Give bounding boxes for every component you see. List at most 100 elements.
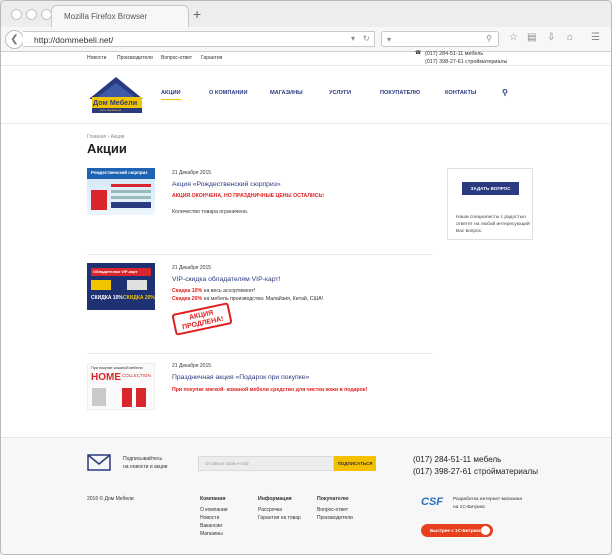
bookmark-star-icon[interactable]: ☆: [509, 32, 518, 43]
subscribe-button[interactable]: ПОДПИСАТЬСЯ: [334, 456, 376, 471]
logo-tagline: сеть магазинов: [100, 108, 122, 112]
promo-3-date: 21 Декабря 2015: [172, 363, 212, 369]
util-link-news[interactable]: Новости: [87, 55, 106, 61]
minimize-window-icon[interactable]: [26, 9, 37, 20]
footer-link-warranty[interactable]: Гарантия на товар: [258, 515, 301, 521]
footer-link-news[interactable]: Новости: [200, 515, 219, 521]
promo-3-image-home: HOME: [91, 372, 121, 383]
title-bar: Mozilla Firefox Browser +: [1, 1, 611, 27]
url-bar[interactable]: http://dommebeli.net/ ▾ ↻: [23, 31, 375, 47]
promo-2-discount-line-2: Скидка 20% на мебель производства: Малай…: [172, 296, 323, 302]
new-tab-button[interactable]: +: [193, 6, 201, 22]
search-input[interactable]: ▾ ⚲: [381, 31, 499, 47]
browser-tab[interactable]: Mozilla Firefox Browser: [51, 5, 189, 27]
subscribe-text-1: Подписывайтесь: [123, 456, 163, 462]
header-divider: [1, 123, 611, 124]
extended-stamp: АКЦИЯ ПРОДЛЕНА!: [171, 302, 233, 336]
util-phone-1: (017) 284-51-11 мебель: [425, 51, 484, 57]
ask-question-box: ЗАДАТЬ ВОПРОС Наши специалисты с радость…: [447, 168, 533, 240]
url-text: http://dommebeli.net/: [34, 35, 114, 45]
reader-icon[interactable]: ▤: [527, 32, 536, 43]
promo-1-image[interactable]: Рождественский сюрприз: [87, 168, 155, 215]
site-logo[interactable]: Дом Мебели сеть магазинов: [87, 75, 145, 115]
promo-1-image-text: Рождественский сюрприз: [91, 170, 148, 175]
footer-col-info-title: Информация: [258, 496, 292, 502]
vip-card-icon: [91, 280, 111, 290]
promo-3-image-collection: COLLECTION: [122, 373, 151, 378]
promo-3-title[interactable]: Праздничная акция «Подарок при покупке»: [172, 374, 309, 381]
promo-2-image-right: СКИДКА 20%: [123, 295, 155, 301]
promo-2-discount-1: Скидка 10%: [172, 288, 203, 294]
back-arrow-icon[interactable]: ❮: [5, 30, 24, 49]
breadcrumb: Главная › Акции: [87, 134, 124, 140]
promo-2-discount-2-rest: на мебель производства: Малайзия, Китай,…: [202, 296, 324, 302]
dropdown-icon[interactable]: ▾: [351, 34, 355, 43]
email-input[interactable]: Оставьте свой e-mail: [198, 456, 334, 471]
footer-link-stores[interactable]: Магазины: [200, 531, 223, 537]
nav-item-about[interactable]: О КОМПАНИИ: [209, 90, 247, 96]
close-window-icon[interactable]: [11, 9, 22, 20]
footer-link-installments[interactable]: Рассрочка: [258, 507, 282, 513]
web-page: Новости Производители Вопрос-ответ Гаран…: [1, 50, 611, 554]
footer-link-about[interactable]: О компании: [200, 507, 228, 513]
vip-card-icon: [127, 280, 147, 290]
util-phone-2: (017) 398-27-61 стройматериалы: [425, 59, 508, 65]
subscribe-text-2: на новости и акции: [123, 464, 168, 470]
developer-logo[interactable]: CSF: [421, 496, 443, 508]
nav-item-stores[interactable]: МАГАЗИНЫ: [270, 90, 303, 96]
home-icon[interactable]: ⌂: [567, 32, 573, 43]
promo-2-discount-2: Скидка 20%: [172, 296, 203, 302]
util-link-warranty[interactable]: Гарантия: [201, 55, 222, 61]
promo-3-image[interactable]: При покупке кожаной мебели HOME COLLECTI…: [87, 363, 155, 410]
ask-question-button[interactable]: ЗАДАТЬ ВОПРОС: [462, 182, 519, 195]
promo-2-discount-line-1: Скидка 10% на весь ассортимент!: [172, 288, 255, 294]
footer-link-manufacturers[interactable]: Производители: [317, 515, 353, 521]
breadcrumb-home[interactable]: Главная: [87, 134, 106, 140]
promo-2-image-top: Обладателям VIP-карт: [93, 269, 138, 274]
site-search-icon[interactable]: ⚲: [502, 88, 508, 97]
ask-question-text: Наши специалисты с радостью ответят на л…: [456, 215, 530, 234]
promo-2-date: 21 Декабря 2015: [172, 265, 212, 271]
breadcrumb-current: Акции: [110, 134, 125, 140]
promo-2-image-left: СКИДКА 10%: [91, 295, 123, 301]
bitrix-badge[interactable]: Быстрее с 1С-Битрикс: [421, 524, 493, 537]
footer-link-vacancies[interactable]: Вакансии: [200, 523, 222, 529]
promo-divider: [87, 353, 433, 354]
util-link-faq[interactable]: Вопрос-ответ: [161, 55, 192, 61]
footer-col-customer-title: Покупателю: [317, 496, 349, 502]
breadcrumb-separator: ›: [107, 134, 110, 140]
util-link-manufacturers[interactable]: Производители: [117, 55, 153, 61]
gift-icon: [91, 190, 107, 210]
nav-item-promos[interactable]: АКЦИИ: [161, 90, 181, 100]
promo-2-discount-1-rest: на весь ассортимент!: [202, 288, 256, 294]
browser-toolbar: ❮ http://dommebeli.net/ ▾ ↻ ▾ ⚲ ☆ ▤ ⇩ ⌂ …: [1, 27, 611, 52]
promo-1-text: Количество товара ограничено.: [172, 209, 249, 215]
envelope-icon: [87, 454, 111, 471]
search-engine-icon[interactable]: ▾: [387, 35, 391, 44]
promo-3-status: При покупке мягкой- кожаной мебели средс…: [172, 387, 368, 393]
footer-col-company-title: Компания: [200, 496, 226, 502]
footer-phone-2: (017) 398-27-61 стройматериалы: [413, 467, 539, 476]
footer-link-faq[interactable]: Вопрос-ответ: [317, 507, 348, 513]
reload-icon[interactable]: ↻: [363, 34, 370, 43]
search-icon[interactable]: ⚲: [486, 34, 492, 43]
promo-1-title[interactable]: Акция «Рождественский сюрприз»: [172, 181, 281, 188]
browser-window: Mozilla Firefox Browser + ❮ http://domme…: [0, 0, 612, 555]
bottle-icon: [92, 388, 106, 406]
site-footer: Подписывайтесь на новости и акции Оставь…: [1, 437, 611, 554]
promo-2-title[interactable]: VIP-скидка обладателям VIP-карт!: [172, 276, 280, 283]
nav-item-customer[interactable]: ПОКУПАТЕЛЮ: [380, 90, 420, 96]
download-icon[interactable]: ⇩: [547, 32, 555, 43]
copyright: 2016 © Дом Мебели: [87, 496, 134, 502]
promo-divider: [87, 254, 433, 255]
phone-icon: ☎: [415, 50, 422, 56]
nav-item-services[interactable]: УСЛУГИ: [329, 90, 351, 96]
footer-phone-1: (017) 284-51-11 мебель: [413, 455, 502, 464]
nav-item-contacts[interactable]: КОНТАКТЫ: [445, 90, 476, 96]
promo-3-image-top: При покупке кожаной мебели: [91, 366, 143, 370]
menu-icon[interactable]: ☰: [591, 32, 600, 43]
promo-2-image[interactable]: Обладателям VIP-карт СКИДКА 10% СКИДКА 2…: [87, 263, 155, 310]
promo-1-date: 21 Декабря 2015: [172, 170, 212, 176]
developer-text-1: Разработка интернет-магазина: [453, 497, 523, 502]
logo-name: Дом Мебели: [93, 98, 138, 107]
